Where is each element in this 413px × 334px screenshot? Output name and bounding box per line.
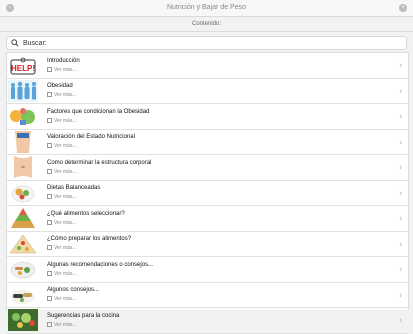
contents-header: Contenido:: [0, 17, 413, 32]
list-item[interactable]: Como determinar la estructura corporal V…: [7, 155, 408, 181]
search-icon: [11, 39, 19, 47]
chevron-right-icon: ›: [399, 264, 402, 274]
chevron-right-icon: ›: [399, 86, 402, 96]
healthy-dish-icon: [8, 283, 38, 306]
list-item[interactable]: Valoración del Estado Nutricional Ver má…: [7, 130, 408, 155]
kitchen-salad-icon: [8, 309, 38, 332]
title-bar: ‹ Nutrición y Bajar de Peso •: [0, 0, 413, 17]
item-title: Dietas Balanceadas: [47, 185, 101, 192]
chevron-right-icon: ›: [399, 213, 402, 223]
see-more-link[interactable]: Ver más...: [47, 168, 151, 176]
see-more-link[interactable]: Ver más...: [47, 219, 125, 227]
external-link-icon: [47, 219, 52, 225]
see-more-link[interactable]: Ver más...: [47, 194, 100, 201]
chevron-right-icon: ›: [399, 137, 402, 147]
list-item[interactable]: ¿Qué alimentos seleccionar? Ver más... ›: [7, 206, 408, 232]
external-link-icon: [47, 66, 52, 72]
item-title: Introducción: [47, 57, 80, 64]
list-item[interactable]: Algunos consejos... Ver más... ›: [7, 283, 408, 308]
weight-factors-icon: [8, 105, 38, 128]
window-title: Nutrición y Bajar de Peso: [167, 4, 246, 11]
list-item[interactable]: Factores que condicionan la Obesidad Ver…: [7, 104, 408, 130]
external-link-icon: [47, 270, 52, 276]
external-link-icon: [47, 168, 52, 174]
contents-label: Contenido:: [191, 21, 222, 27]
external-link-icon: [47, 92, 52, 98]
see-more-link[interactable]: Ver más...: [47, 296, 99, 303]
item-title: Algunos consejos...: [47, 287, 100, 294]
people-silhouette-icon: [8, 79, 38, 102]
chevron-right-icon: ›: [399, 111, 402, 121]
item-title: Factores que condicionan la Obesidad: [47, 108, 150, 115]
list-item[interactable]: Sugerencias para la cocina Ver más... ›: [7, 308, 408, 334]
see-more-link[interactable]: Ver más...: [47, 66, 80, 74]
see-more-link[interactable]: Ver más...: [47, 321, 119, 329]
chevron-right-icon: ›: [399, 162, 402, 172]
external-link-icon: [47, 117, 52, 123]
external-link-icon: [47, 194, 52, 200]
food-pyramid-icon: [8, 207, 38, 230]
balanced-plate-icon: [8, 181, 38, 204]
item-title: ¿Cómo preparar los alimentos?: [47, 236, 132, 243]
item-title: ¿Qué alimentos seleccionar?: [47, 210, 125, 217]
see-more-link[interactable]: Ver más...: [47, 117, 149, 125]
body-assessment-icon: [8, 130, 38, 153]
item-title: Como determinar la estructura corporal: [47, 159, 152, 166]
search-box[interactable]: [6, 36, 407, 50]
external-link-icon: [47, 245, 52, 251]
list-item[interactable]: ¿Cómo preparar los alimentos? Ver más...…: [7, 232, 408, 257]
external-link-icon: [47, 296, 52, 302]
help-sign-icon: HELP!: [8, 54, 38, 77]
item-title: Valoración del Estado Nutricional: [47, 134, 135, 141]
list-item[interactable]: Dietas Balanceadas Ver más... ›: [7, 181, 408, 206]
see-more-link[interactable]: Ver más...: [47, 245, 131, 252]
item-title: Sugerencias para la cocina: [47, 312, 120, 319]
see-more-link[interactable]: Ver más...: [47, 92, 77, 99]
search-input[interactable]: [23, 37, 393, 49]
back-icon[interactable]: ‹: [6, 4, 14, 12]
see-more-link[interactable]: Ver más...: [47, 270, 153, 278]
item-title: Obesidad: [47, 83, 73, 90]
chevron-right-icon: ›: [399, 290, 402, 300]
list-item[interactable]: Algunas recomendaciones o consejos... Ve…: [7, 257, 408, 283]
list-item[interactable]: Obesidad Ver más... ›: [7, 79, 408, 104]
external-link-icon: [47, 143, 52, 149]
svg-text:HELP!: HELP!: [11, 64, 35, 73]
food-preparation-icon: [8, 232, 38, 255]
contents-list: HELP! Introducción Ver más... › Obesidad…: [6, 52, 409, 334]
search-bar: [0, 32, 413, 54]
chevron-right-icon: ›: [399, 239, 402, 249]
chevron-right-icon: ›: [399, 315, 402, 325]
chevron-right-icon: ›: [399, 60, 402, 70]
settings-icon[interactable]: •: [399, 4, 407, 12]
waist-icon: [8, 156, 38, 179]
external-link-icon: [47, 321, 52, 327]
plate-vegetables-icon: [8, 258, 38, 281]
see-more-link[interactable]: Ver más...: [47, 143, 135, 150]
chevron-right-icon: ›: [399, 188, 402, 198]
item-title: Algunas recomendaciones o consejos...: [47, 261, 154, 268]
list-item[interactable]: HELP! Introducción Ver más... ›: [7, 53, 408, 79]
